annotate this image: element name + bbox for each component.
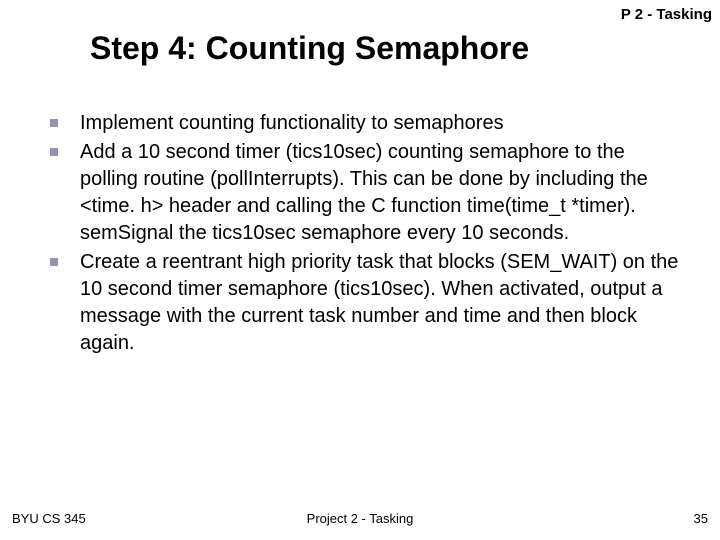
footer-left: BYU CS 345 bbox=[12, 511, 86, 526]
bullet-icon bbox=[50, 119, 58, 127]
content-area: Implement counting functionality to sema… bbox=[50, 110, 680, 359]
bullet-icon bbox=[50, 148, 58, 156]
list-item: Create a reentrant high priority task th… bbox=[50, 249, 680, 357]
list-item: Add a 10 second timer (tics10sec) counti… bbox=[50, 139, 680, 247]
footer-center: Project 2 - Tasking bbox=[307, 511, 414, 526]
list-item: Implement counting functionality to sema… bbox=[50, 110, 680, 137]
bullet-text: Add a 10 second timer (tics10sec) counti… bbox=[80, 139, 680, 247]
page-title: Step 4: Counting Semaphore bbox=[90, 30, 529, 67]
bullet-text: Implement counting functionality to sema… bbox=[80, 110, 504, 137]
header-label: P 2 - Tasking bbox=[621, 6, 712, 23]
bullet-text: Create a reentrant high priority task th… bbox=[80, 249, 680, 357]
footer-page-number: 35 bbox=[694, 511, 708, 526]
bullet-icon bbox=[50, 258, 58, 266]
